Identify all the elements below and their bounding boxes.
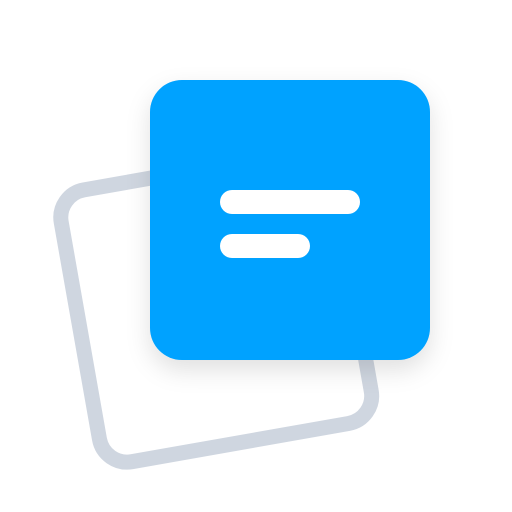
text-line-long — [220, 190, 360, 214]
text-line-short — [220, 234, 310, 258]
stacked-notes-icon — [53, 80, 430, 470]
front-card — [150, 80, 430, 360]
app-icon-canvas — [0, 0, 512, 512]
